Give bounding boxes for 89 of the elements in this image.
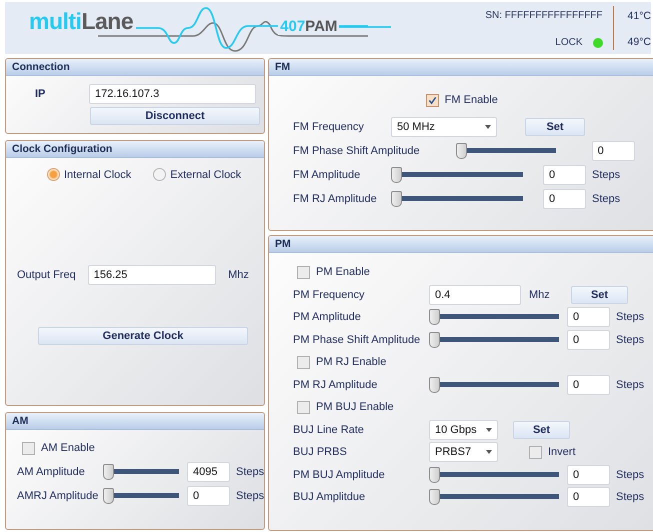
disconnect-button[interactable]: Disconnect — [90, 107, 260, 125]
caret-icon — [485, 125, 491, 129]
unit-label: Steps — [615, 311, 646, 324]
panel-title: Connection — [6, 59, 264, 76]
field-label: FM Phase Shift Amplitude — [293, 145, 420, 157]
checkbox[interactable] — [22, 442, 35, 454]
value-field[interactable]: 0 — [567, 374, 610, 395]
logo-text: multiLane — [29, 8, 134, 34]
dropdown[interactable]: 10 Gbps — [429, 420, 498, 440]
frequency-field[interactable]: 156.25 — [88, 265, 216, 285]
field-label: PM Amplitude — [293, 311, 362, 324]
checkbox-label: AM Enable — [41, 442, 95, 454]
value-field[interactable]: 0 — [567, 464, 610, 485]
unit-label: Steps — [235, 466, 264, 478]
checkbox-label: PM BUJ Enable — [316, 401, 394, 414]
field-label: PM BUJ Amplitude — [293, 468, 386, 481]
panel-title: AM — [6, 413, 264, 430]
value-field[interactable]: 0 — [567, 487, 610, 508]
field-label: FM Amplitude — [293, 169, 362, 181]
checkbox-label: PM Enable — [316, 266, 370, 278]
dropdown[interactable]: 50 MHz — [391, 117, 497, 137]
value-field[interactable]: 4095 — [187, 462, 230, 482]
set-button[interactable]: Set — [571, 286, 628, 304]
unit-label: Steps — [235, 490, 264, 502]
unit-label: Steps — [615, 491, 646, 504]
caret-icon — [486, 450, 492, 454]
temperature-reading: 41°C — [628, 10, 651, 22]
checkbox[interactable] — [529, 446, 542, 459]
slider-thumb[interactable] — [103, 488, 114, 504]
field-label: FM Frequency — [293, 121, 365, 133]
checkbox-label: PM RJ Enable — [316, 356, 386, 368]
unit-label: Mhz — [528, 288, 551, 301]
temperature-reading: 49°C — [628, 36, 651, 48]
field-label: PM Frequency — [293, 288, 366, 301]
checkbox[interactable] — [426, 94, 439, 106]
field-label: PM Phase Shift Amplitude — [293, 334, 422, 346]
unit-label: Mhz — [227, 269, 250, 281]
value-field[interactable]: 0 — [567, 307, 610, 328]
field-label: BUJ Line Rate — [293, 424, 365, 436]
panel-title: PM — [269, 236, 653, 253]
radio-label: External Clock — [170, 168, 242, 180]
frequency-field[interactable]: 0.4 — [429, 284, 521, 305]
field-label: BUJ Amplitdue — [293, 491, 366, 504]
ip-field[interactable]: 172.16.107.3 — [88, 84, 256, 104]
line-drawing — [339, 25, 392, 29]
set-button[interactable]: Set — [525, 118, 585, 136]
unit-label: Steps — [615, 468, 646, 481]
slider-thumb[interactable] — [456, 143, 467, 159]
checkbox-label: Invert — [548, 446, 576, 458]
checkbox-label: FM Enable — [444, 94, 498, 106]
field-label: AMRJ Amplitude — [17, 490, 100, 502]
checkbox[interactable] — [297, 400, 310, 414]
slider-thumb[interactable] — [429, 309, 440, 326]
field-label: FM RJ Amplitude — [293, 193, 378, 205]
slider-thumb[interactable] — [429, 466, 440, 483]
radio-button[interactable] — [47, 168, 60, 181]
unit-label: Steps — [591, 169, 622, 181]
value-field[interactable]: 0 — [592, 141, 635, 161]
panel-title: Clock Configuration — [6, 141, 264, 158]
radio-label: Internal Clock — [64, 168, 132, 180]
lock-label: LOCK — [555, 37, 583, 48]
unit-label: Steps — [615, 378, 646, 391]
value-field[interactable]: 0 — [187, 486, 230, 506]
unit-label: Steps — [615, 334, 646, 346]
panel-title: FM — [269, 59, 653, 76]
slider-thumb[interactable] — [429, 489, 440, 506]
field-label: PM RJ Amplitude — [293, 378, 378, 391]
dropdown[interactable]: PRBS7 — [429, 442, 498, 462]
slider-thumb[interactable] — [391, 167, 402, 183]
radio-button[interactable] — [153, 168, 166, 181]
set-button[interactable]: Set — [513, 420, 570, 439]
field-label: BUJ PRBS — [293, 446, 348, 458]
ip-label: IP — [34, 88, 46, 100]
field-label: Output Freq — [17, 269, 77, 281]
slider-thumb[interactable] — [429, 332, 440, 348]
field-label: AM Amplitude — [17, 466, 86, 478]
slider-thumb[interactable] — [429, 376, 440, 393]
unit-label: Steps — [591, 193, 622, 205]
checkbox[interactable] — [297, 266, 310, 279]
slider-thumb[interactable] — [391, 191, 402, 207]
value-field[interactable]: 0 — [543, 165, 586, 185]
product-text: 407PAM — [278, 18, 340, 34]
slider-thumb[interactable] — [103, 464, 114, 480]
checkbox[interactable] — [297, 356, 310, 369]
value-field[interactable]: 0 — [543, 189, 586, 209]
generate-clock-button[interactable]: Generate Clock — [38, 327, 248, 345]
serial-number: SN: FFFFFFFFFFFFFFFF — [485, 10, 603, 21]
value-field[interactable]: 0 — [567, 330, 610, 350]
caret-icon — [486, 428, 492, 432]
